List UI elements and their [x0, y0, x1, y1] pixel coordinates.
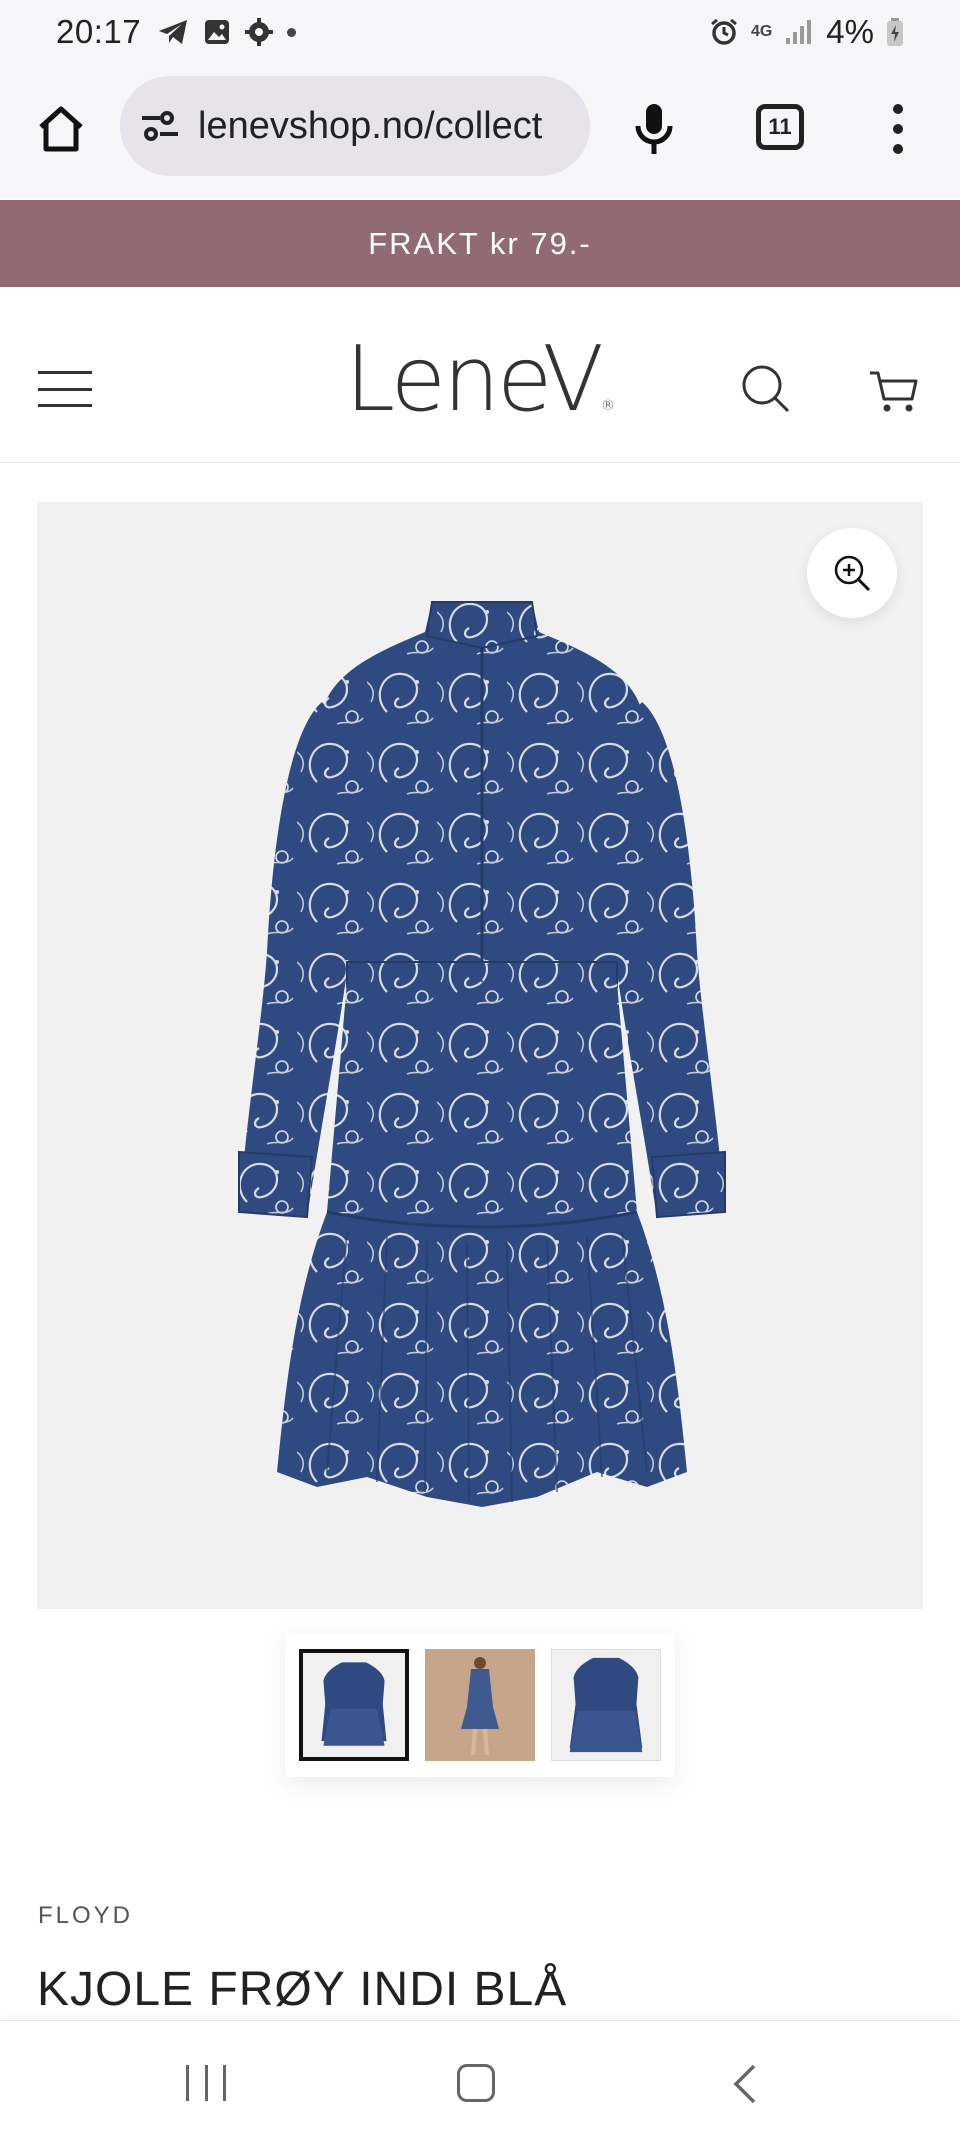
dress-image — [238, 601, 726, 1507]
address-bar[interactable]: lenevshop.no/collect — [120, 76, 590, 176]
back-button[interactable] — [730, 2063, 760, 2105]
back-icon — [733, 2064, 756, 2104]
system-home-button[interactable] — [457, 2064, 495, 2102]
battery-percent: 4% — [826, 13, 874, 50]
thumbnail-dress-alt-image — [569, 1657, 643, 1753]
mic-icon — [635, 104, 673, 154]
status-time: 20:17 — [56, 13, 142, 50]
zoom-button[interactable] — [807, 528, 897, 618]
system-nav-bar — [0, 2020, 960, 2140]
logo-text: LeneV — [345, 327, 604, 432]
thumbnail-model-image — [461, 1657, 499, 1756]
system-icons: 4G 4% — [709, 13, 904, 51]
browser-home-button[interactable] — [34, 102, 88, 156]
thumbnail-dress-image — [321, 1662, 387, 1746]
shipping-banner-text: FRAKT kr 79.- — [368, 225, 592, 261]
shipping-banner: FRAKT kr 79.- — [0, 200, 960, 287]
battery-charging-icon — [887, 18, 903, 46]
hamburger-icon[interactable] — [38, 371, 92, 407]
site-logo[interactable]: LeneV® — [340, 335, 620, 425]
more-notifications-icon — [287, 27, 297, 37]
url-text[interactable]: lenevshop.no/collect — [198, 105, 542, 148]
telegram-icon — [159, 20, 188, 44]
settings-icon — [245, 18, 274, 46]
product-main-image[interactable] — [37, 502, 923, 1609]
recents-button[interactable] — [186, 2065, 226, 2101]
home-icon — [39, 106, 83, 152]
tab-count: 11 — [768, 114, 792, 139]
search-icon — [742, 365, 790, 413]
tune-icon[interactable] — [140, 108, 180, 144]
cart-button[interactable] — [868, 365, 920, 417]
thumbnail-3[interactable] — [551, 1649, 661, 1761]
network-type: 4G — [750, 23, 773, 40]
thumbnail-strip — [285, 1633, 675, 1777]
search-button[interactable] — [740, 363, 792, 415]
product-brand[interactable]: FLOYD — [38, 1902, 133, 1930]
product-title: KJOLE FRØY INDI BLÅ — [37, 1963, 568, 2016]
site-header: LeneV® — [0, 287, 960, 463]
browser-toolbar: lenevshop.no/collect 11 — [0, 64, 960, 198]
voice-search-button[interactable] — [632, 102, 676, 158]
thumbnail-1[interactable] — [299, 1649, 409, 1761]
notification-icons — [157, 18, 297, 46]
signal-icon — [786, 20, 812, 44]
gallery-icon — [205, 20, 230, 44]
zoom-in-icon — [834, 555, 871, 592]
status-bar: 20:17 4G 4% — [0, 0, 960, 64]
tabs-button[interactable]: 11 — [756, 104, 804, 150]
logo-registered-mark: ® — [600, 398, 615, 414]
more-vert-icon[interactable] — [888, 104, 908, 154]
alarm-icon — [711, 18, 737, 45]
cart-icon — [870, 371, 918, 412]
thumbnail-2[interactable] — [425, 1649, 535, 1761]
